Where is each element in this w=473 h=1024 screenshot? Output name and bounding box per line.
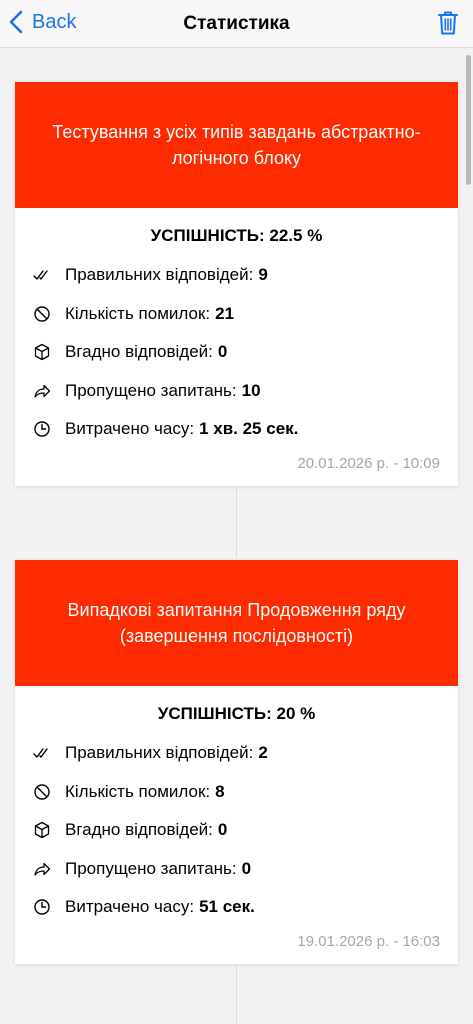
stat-value: 0 [217, 820, 228, 840]
nav-bar: Back Статистика [0, 0, 473, 48]
stat-value: 9 [258, 265, 268, 285]
card-header-title: Випадкові запитання Продовження ряду (за… [15, 560, 458, 686]
stat-label: Пропущено запитань: [65, 858, 237, 878]
stat-value: 51 сек. [199, 897, 255, 917]
stat-row-skipped: Пропущено запитань: 10 [33, 372, 440, 411]
timestamp: 20.01.2026 р. - 10:09 [297, 454, 440, 472]
stat-value: 8 [215, 781, 225, 801]
cancel-circle-icon [34, 784, 50, 800]
stat-label: Кількість помилок: [65, 303, 211, 323]
stat-value: 2 [258, 743, 268, 763]
stat-row-time: Витрачено часу: 51 сек. [33, 888, 440, 927]
divider-line [236, 966, 237, 1024]
stat-value: 0 [217, 342, 228, 362]
trash-icon[interactable] [437, 10, 459, 36]
cube-icon [34, 344, 50, 361]
stat-row-skipped: Пропущено запитань: 0 [33, 850, 440, 889]
stat-row-errors: Кількість помилок: 8 [33, 773, 440, 812]
stat-row-time: Витрачено часу: 1 хв. 25 сек. [33, 410, 440, 449]
share-arrow-icon [34, 862, 51, 876]
stat-value: 10 [241, 380, 261, 400]
stat-label: Вгадно відповідей: [65, 820, 213, 840]
stat-value: 1 хв. 25 сек. [199, 419, 299, 439]
stat-label: Витрачено часу: [65, 419, 195, 439]
divider-line [236, 488, 237, 558]
stat-row-correct: Правильних відповідей: 2 [33, 734, 440, 773]
stat-label: Правильних відповідей: [65, 743, 254, 763]
stat-row-correct: Правильних відповідей: 9 [33, 256, 440, 295]
card-header-title: Тестування з усіх типів завдань абстракт… [15, 82, 458, 208]
success-rate: УСПІШНІСТЬ: 20 % [157, 704, 316, 723]
clock-icon [34, 899, 50, 915]
stat-label: Правильних відповідей: [65, 265, 254, 285]
page-title: Статистика [183, 13, 290, 34]
stat-label: Кількість помилок: [65, 781, 211, 801]
double-check-icon [33, 270, 48, 280]
cancel-circle-icon [34, 306, 50, 322]
scrollbar[interactable] [466, 55, 471, 185]
stat-label: Вгадно відповідей: [65, 342, 213, 362]
stat-value: 0 [241, 858, 252, 878]
stat-label: Пропущено запитань: [65, 380, 237, 400]
stat-row-guessed: Вгадно відповідей: 0 [33, 333, 440, 372]
success-rate: УСПІШНІСТЬ: 22.5 % [150, 226, 323, 245]
stat-value: 21 [215, 303, 235, 323]
stat-row-guessed: Вгадно відповідей: 0 [33, 811, 440, 850]
stat-row-errors: Кількість помилок: 21 [33, 295, 440, 334]
stat-label: Витрачено часу: [65, 897, 195, 917]
stat-card: Випадкові запитання Продовження ряду (за… [15, 560, 458, 964]
cube-icon [34, 822, 50, 839]
clock-icon [34, 421, 50, 437]
share-arrow-icon [34, 384, 51, 398]
timestamp: 19.01.2026 р. - 16:03 [297, 932, 440, 950]
double-check-icon [33, 748, 48, 758]
stat-card: Тестування з усіх типів завдань абстракт… [15, 82, 458, 486]
